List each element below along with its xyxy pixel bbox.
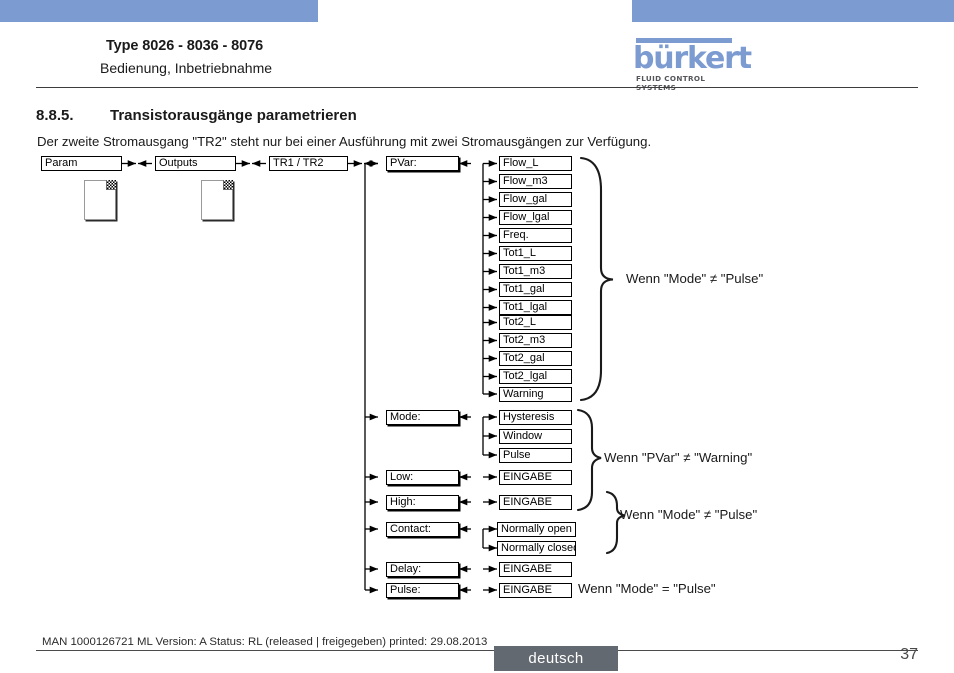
node-low-input[interactable]: EINGABE [499, 470, 572, 485]
node-mode[interactable]: Mode: [386, 410, 459, 425]
page-icon-param [84, 180, 116, 220]
node-pvar[interactable]: PVar: [386, 156, 459, 171]
node-pvar-value[interactable]: Tot2_gal [499, 351, 572, 366]
node-pvar-value[interactable]: Tot2_m3 [499, 333, 572, 348]
node-contact-value[interactable]: Normally open [497, 522, 576, 537]
node-delay-input[interactable]: EINGABE [499, 562, 572, 577]
page-icon-outputs [201, 180, 233, 220]
node-mode-value[interactable]: Pulse [499, 448, 572, 463]
node-low[interactable]: Low: [386, 470, 459, 485]
footer-divider [36, 650, 918, 651]
node-high[interactable]: High: [386, 495, 459, 510]
page-fold-corner-icon [106, 180, 116, 190]
node-pvar-value[interactable]: Flow_lgal [499, 210, 572, 225]
node-pvar-value[interactable]: Flow_gal [499, 192, 572, 207]
menu-structure-diagram: Param Outputs TR1 / TR2 PVar: Mode: Low:… [0, 0, 954, 673]
annotation-pvar-not-warning: Wenn "PVar" ≠ "Warning" [604, 450, 753, 465]
node-mode-value[interactable]: Window [499, 429, 572, 444]
page-fold-corner-icon [223, 180, 233, 190]
node-outputs[interactable]: Outputs [155, 156, 236, 171]
node-pulse[interactable]: Pulse: [386, 583, 459, 598]
language-badge: deutsch [494, 646, 618, 671]
node-pvar-value[interactable]: Tot1_L [499, 246, 572, 261]
node-pvar-value[interactable]: Tot1_m3 [499, 264, 572, 279]
footer-document-info: MAN 1000126721 ML Version: A Status: RL … [42, 636, 488, 648]
node-contact[interactable]: Contact: [386, 522, 459, 537]
node-param[interactable]: Param [41, 156, 122, 171]
diagram-connectors [122, 156, 626, 594]
node-mode-value[interactable]: Hysteresis [499, 410, 572, 425]
annotation-mode-not-pulse: Wenn "Mode" ≠ "Pulse" [626, 271, 764, 286]
node-pvar-value[interactable]: Flow_m3 [499, 174, 572, 189]
node-pvar-value[interactable]: Warning [499, 386, 572, 402]
annotation-mode-equals-pulse: Wenn "Mode" = "Pulse" [578, 581, 716, 596]
node-contact-value[interactable]: Normally closed [497, 541, 576, 556]
node-pvar-value[interactable]: Tot1_lgal [499, 300, 572, 315]
node-pulse-input[interactable]: EINGABE [499, 583, 572, 598]
node-high-input[interactable]: EINGABE [499, 495, 572, 510]
annotation-mode-not-pulse-2: Wenn "Mode" ≠ "Pulse" [620, 507, 758, 522]
node-pvar-value[interactable]: Flow_L [499, 156, 572, 171]
node-delay[interactable]: Delay: [386, 562, 459, 577]
node-tr1-tr2[interactable]: TR1 / TR2 [269, 156, 348, 171]
node-pvar-value[interactable]: Tot2_L [499, 315, 572, 330]
node-pvar-value[interactable]: Tot2_lgal [499, 369, 572, 384]
page-number: 37 [900, 646, 918, 663]
node-pvar-value[interactable]: Tot1_gal [499, 282, 572, 297]
node-pvar-value[interactable]: Freq. [499, 228, 572, 243]
